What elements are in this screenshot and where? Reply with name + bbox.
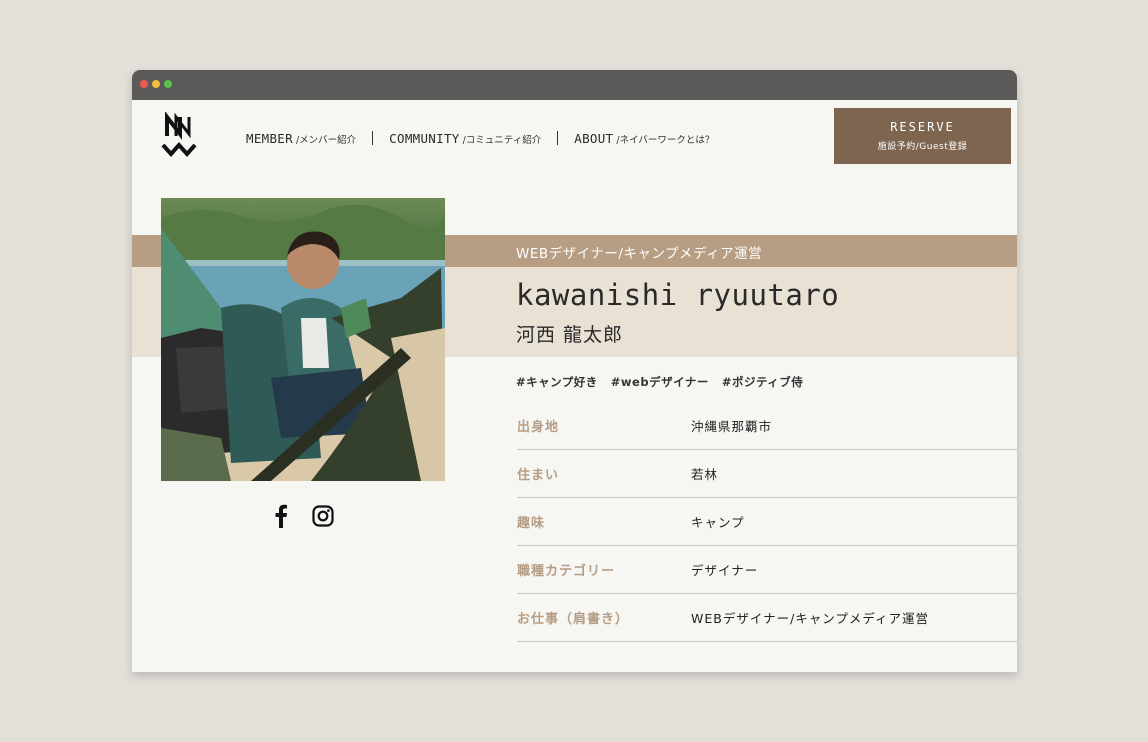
- nav-community-label: COMMUNITY: [389, 130, 460, 146]
- profile-details: 出身地 沖縄県那覇市 住まい 若林 趣味 キャンプ 職種カテゴリー デザイナー …: [517, 402, 1017, 642]
- nav-member-label: MEMBER: [246, 130, 293, 146]
- detail-row-residence: 住まい 若林: [517, 450, 1017, 498]
- nav-about-sub: /ネイバーワークとは？: [616, 134, 715, 146]
- detail-row-job-category: 職種カテゴリー デザイナー: [517, 546, 1017, 594]
- main-nav: MEMBER /メンバー紹介 COMMUNITY /コミュニティ紹介 ABOUT…: [246, 130, 714, 146]
- nav-about-label: ABOUT: [574, 130, 614, 146]
- profile-name-jp: 河西 龍太郎: [516, 324, 624, 346]
- nav-item-member[interactable]: MEMBER /メンバー紹介: [246, 131, 356, 146]
- detail-value: 若林: [691, 467, 719, 482]
- nav-divider: [557, 131, 559, 145]
- instagram-icon[interactable]: [312, 505, 334, 531]
- minimize-window-button[interactable]: [152, 80, 160, 88]
- site-logo[interactable]: [160, 112, 200, 160]
- profile-photo: [161, 198, 445, 481]
- browser-titlebar: [132, 70, 1017, 100]
- social-links: [274, 504, 334, 532]
- reserve-sub-label: 施設予約/Guest登録: [877, 142, 968, 152]
- detail-label: 職種カテゴリー: [517, 564, 616, 579]
- tag-item[interactable]: #ポジティブ侍: [722, 374, 803, 390]
- nav-divider: [372, 131, 374, 145]
- facebook-icon[interactable]: [274, 504, 288, 532]
- profile-tags: #キャンプ好き #webデザイナー #ポジティブ侍: [516, 374, 803, 390]
- profile-role: WEBデザイナー/キャンプメディア運営: [516, 246, 763, 262]
- nav-community-sub: /コミュニティ紹介: [462, 134, 542, 146]
- tag-item[interactable]: #キャンプ好き: [516, 374, 598, 390]
- detail-label: 出身地: [517, 420, 560, 435]
- detail-row-job-title: お仕事（肩書き） WEBデザイナー/キャンプメディア運営: [517, 594, 1017, 642]
- detail-row-hobby: 趣味 キャンプ: [517, 498, 1017, 546]
- browser-window: MEMBER /メンバー紹介 COMMUNITY /コミュニティ紹介 ABOUT…: [132, 70, 1017, 672]
- reserve-button[interactable]: RESERVE 施設予約/Guest登録: [834, 108, 1011, 164]
- tag-item[interactable]: #webデザイナー: [611, 374, 709, 390]
- detail-label: 趣味: [517, 516, 546, 531]
- detail-value: キャンプ: [691, 515, 745, 530]
- nav-item-community[interactable]: COMMUNITY /コミュニティ紹介: [389, 131, 541, 146]
- close-window-button[interactable]: [140, 80, 148, 88]
- profile-name-en: kawanishi ryuutaro: [516, 278, 840, 312]
- nav-member-sub: /メンバー紹介: [295, 134, 357, 146]
- nav-item-about[interactable]: ABOUT /ネイバーワークとは？: [574, 131, 714, 146]
- detail-label: 住まい: [517, 468, 560, 483]
- detail-value: デザイナー: [691, 563, 759, 578]
- detail-value: WEBデザイナー/キャンプメディア運営: [691, 611, 930, 626]
- maximize-window-button[interactable]: [164, 80, 172, 88]
- detail-value: 沖縄県那覇市: [691, 419, 773, 434]
- detail-row-hometown: 出身地 沖縄県那覇市: [517, 402, 1017, 450]
- reserve-label: RESERVE: [890, 120, 955, 134]
- detail-label: お仕事（肩書き）: [517, 612, 630, 627]
